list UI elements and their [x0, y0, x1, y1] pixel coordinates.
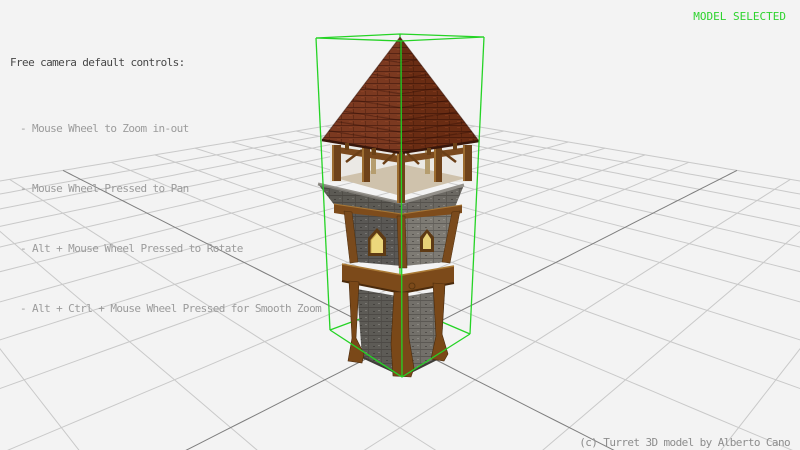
help-overlay: Free camera default controls: - Mouse Wh…	[10, 13, 321, 359]
status-model-selected: MODEL SELECTED	[693, 7, 786, 27]
footer-credit: (c) Turret 3D model by Alberto Cano	[579, 433, 790, 450]
roof-right-texture	[400, 37, 479, 153]
help-item: - Alt + Mouse Wheel Pressed to Rotate	[10, 239, 321, 259]
help-item: - Mouse Wheel Pressed to Pan	[10, 179, 321, 199]
help-item: - Alt + Ctrl + Mouse Wheel Pressed for S…	[10, 299, 321, 319]
help-item: - Mouse Wheel to Zoom in-out	[10, 119, 321, 139]
viewport-3d[interactable]: Free camera default controls: - Mouse Wh…	[0, 0, 800, 450]
help-title: Free camera default controls:	[10, 53, 321, 73]
footer-hints: Drag & drop .obj/.png to load mesh/textu…	[10, 433, 444, 450]
bbox-right-vertical-edge	[470, 37, 484, 334]
grid-line	[265, 136, 800, 450]
